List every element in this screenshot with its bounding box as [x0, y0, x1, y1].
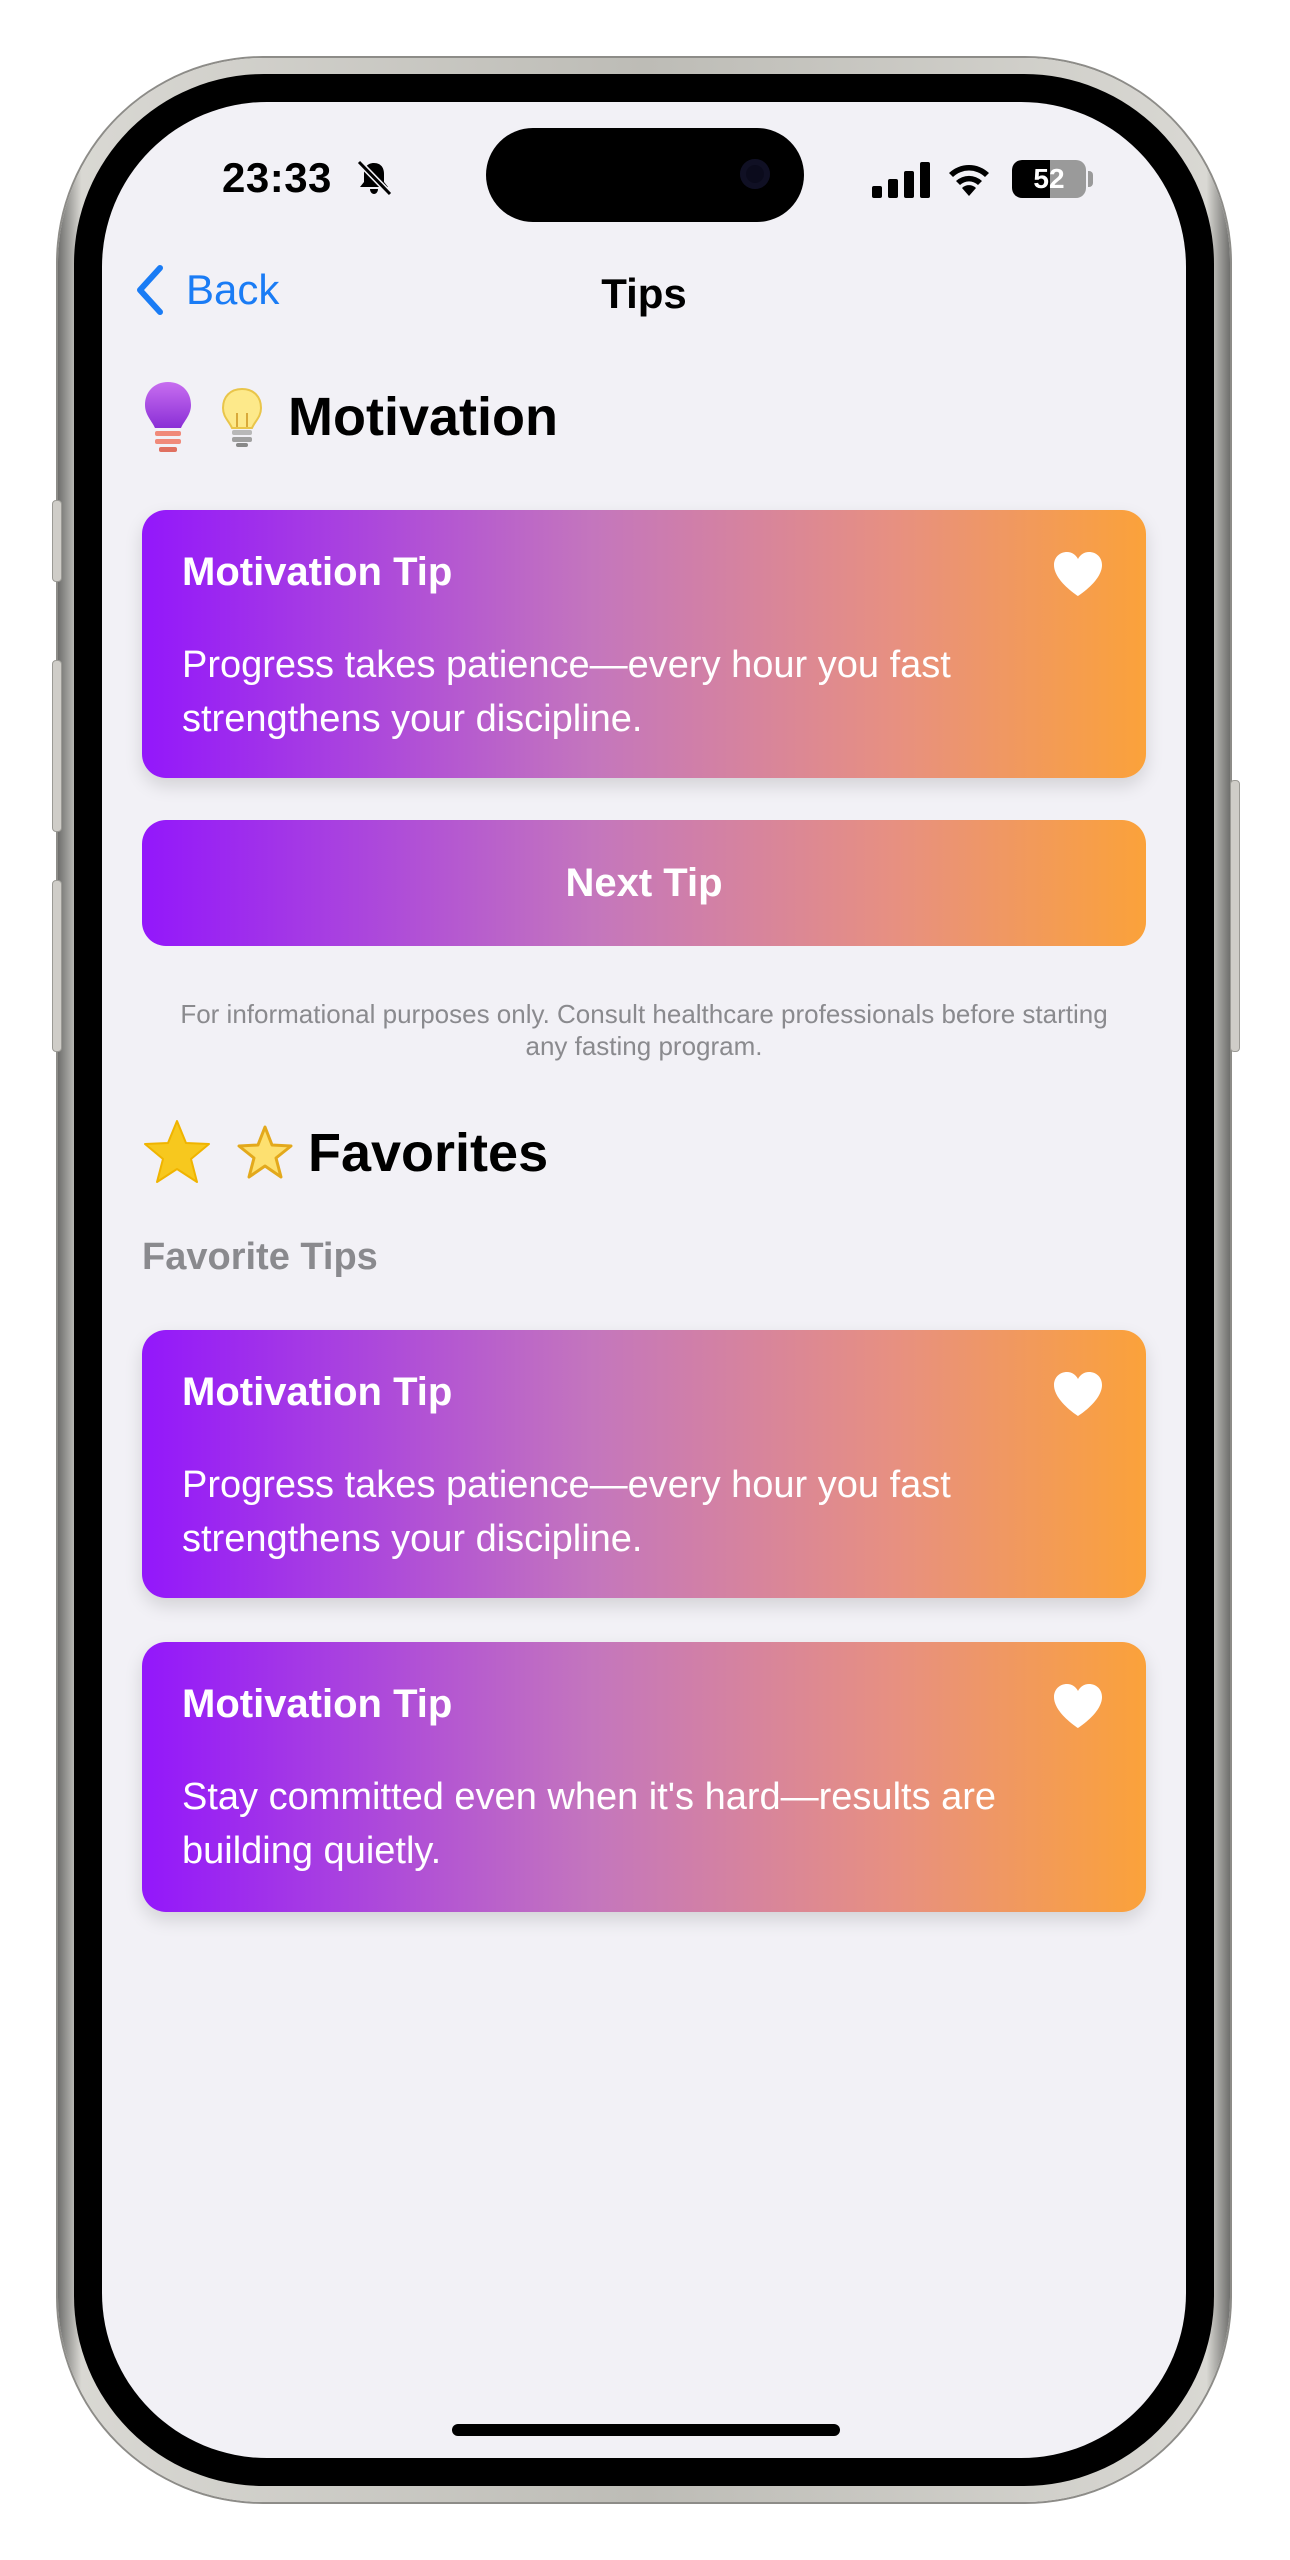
tip-category: Motivation Tip — [182, 550, 453, 594]
battery-cap — [1088, 171, 1093, 187]
disclaimer-text: For informational purposes only. Consult… — [180, 999, 1108, 1061]
page-title: Tips — [601, 270, 687, 317]
power-button — [1230, 780, 1240, 1052]
volume-down-button — [52, 880, 62, 1052]
battery-icon: 52 — [1012, 160, 1086, 198]
heart-icon[interactable] — [1052, 1682, 1104, 1730]
heart-icon[interactable] — [1052, 1370, 1104, 1418]
current-tip-card: Motivation Tip Progress takes patience—e… — [142, 510, 1146, 778]
favorites-header: Favorites — [142, 1118, 548, 1188]
star-emoji-icon — [236, 1124, 294, 1182]
lightbulb-emoji-icon — [220, 387, 264, 447]
star-filled-icon — [142, 1118, 212, 1188]
volume-up-button — [52, 660, 62, 832]
next-tip-button[interactable]: Next Tip — [142, 820, 1146, 946]
tip-category: Motivation Tip — [182, 1682, 453, 1726]
motivation-header: Motivation — [142, 380, 558, 454]
favorite-tip-card: Motivation Tip Stay committed even when … — [142, 1642, 1146, 1912]
tip-category: Motivation Tip — [182, 1370, 453, 1414]
screen: 23:33 52 Back Tips Motivation Motivation… — [102, 102, 1186, 2458]
home-indicator[interactable] — [452, 2424, 840, 2436]
wifi-icon — [949, 165, 989, 196]
tip-text: Progress takes patience—every hour you f… — [182, 1464, 951, 1560]
tip-text: Stay committed even when it's hard—resul… — [182, 1776, 997, 1872]
favorite-tip-card: Motivation Tip Progress takes patience—e… — [142, 1330, 1146, 1598]
cellular-signal-icon — [872, 162, 930, 198]
dynamic-island — [486, 128, 804, 222]
favorites-subtitle: Favorite Tips — [142, 1236, 378, 1278]
battery-level: 52 — [1033, 163, 1065, 194]
lightbulb-purple-icon — [142, 380, 194, 454]
action-button — [52, 500, 62, 582]
motivation-heading: Motivation — [288, 387, 558, 447]
front-camera — [740, 159, 770, 189]
heart-icon[interactable] — [1052, 550, 1104, 598]
favorites-heading: Favorites — [308, 1123, 549, 1183]
tip-text: Progress takes patience—every hour you f… — [182, 644, 951, 740]
bell-slash-icon — [356, 159, 393, 197]
status-time: 23:33 — [222, 154, 332, 201]
